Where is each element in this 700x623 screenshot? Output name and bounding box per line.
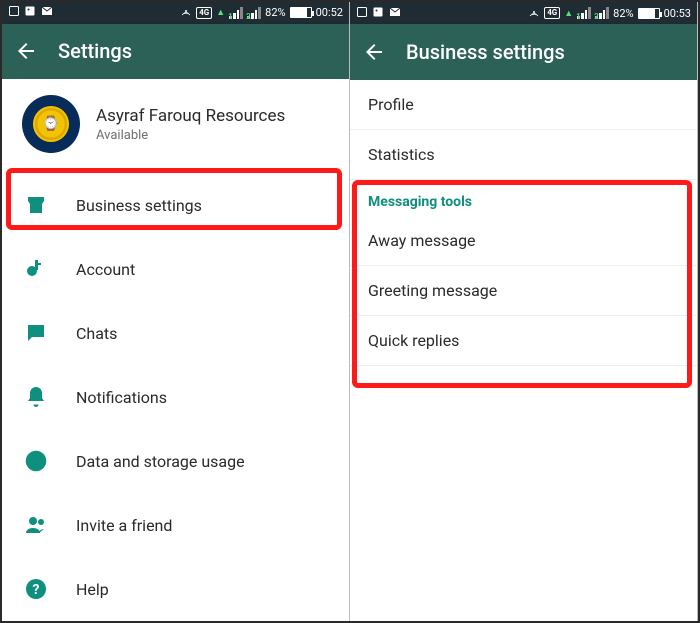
back-button[interactable] [14, 39, 38, 63]
settings-item-help[interactable]: ? Help [2, 557, 349, 621]
settings-item-data[interactable]: Data and storage usage [2, 429, 349, 493]
settings-item-account[interactable]: Account [2, 237, 349, 301]
screenshot-icon [356, 6, 368, 21]
image-icon [24, 5, 36, 20]
business-item-profile[interactable]: Profile [350, 80, 697, 130]
clock: 00:52 [316, 6, 343, 19]
status-bar: 4G ▲ 1 2 82% 00:53 [350, 2, 697, 24]
app-bar: Settings [2, 24, 349, 79]
business-item-away[interactable]: Away message [350, 216, 697, 266]
profile-header[interactable]: ⌚ Asyraf Farouq Resources Available [2, 79, 349, 173]
list-item-label: Quick replies [368, 331, 459, 350]
settings-item-label: Chats [76, 324, 117, 343]
settings-list: Business settings Account Chats Notifica… [2, 173, 349, 621]
mail-icon [388, 6, 402, 21]
signal-2-icon: 2 [247, 7, 261, 19]
settings-item-label: Help [76, 580, 109, 599]
signal-1-icon: 1 [577, 7, 591, 19]
settings-item-label: Invite a friend [76, 516, 172, 535]
business-item-statistics[interactable]: Statistics [350, 130, 697, 180]
store-icon [24, 193, 48, 217]
battery-icon [290, 7, 312, 18]
business-item-greeting[interactable]: Greeting message [350, 266, 697, 316]
battery-icon [638, 8, 660, 19]
page-title: Settings [58, 39, 132, 63]
settings-item-chats[interactable]: Chats [2, 301, 349, 365]
battery-pct: 82% [613, 7, 633, 20]
battery-pct: 82% [265, 6, 285, 19]
page-title: Business settings [406, 40, 565, 64]
signal-2-icon: 2 [595, 7, 609, 19]
screen-business-settings: 4G ▲ 1 2 82% 00:53 Business settings Pro… [350, 2, 698, 621]
bell-icon [24, 385, 48, 409]
key-icon [24, 257, 48, 281]
screenshot-icon [8, 5, 20, 20]
screen-settings: 4G ▲ 1 2 82% 00:52 Settings ⌚ Asyraf Far… [2, 2, 350, 621]
list-item-label: Statistics [368, 145, 435, 164]
back-button[interactable] [362, 40, 386, 64]
business-item-quick-replies[interactable]: Quick replies [350, 316, 697, 366]
app-bar: Business settings [350, 24, 697, 80]
mail-icon [40, 5, 54, 20]
data-icon [24, 449, 48, 473]
settings-item-label: Account [76, 260, 135, 279]
chat-icon [24, 321, 48, 345]
hotspot-icon [180, 5, 192, 20]
network-4g-label: 4G [544, 7, 560, 19]
list-item-label: Profile [368, 95, 414, 114]
settings-item-label: Business settings [76, 196, 202, 215]
business-list: Profile Statistics Messaging tools Away … [350, 80, 697, 621]
network-4g-label: 4G [196, 7, 212, 19]
settings-item-business[interactable]: Business settings [2, 173, 349, 237]
list-item-label: Greeting message [368, 281, 497, 300]
signal-1-icon: 1 [229, 7, 243, 19]
svg-text:?: ? [33, 582, 40, 598]
image-icon [372, 6, 384, 21]
settings-item-invite[interactable]: Invite a friend [2, 493, 349, 557]
settings-item-label: Data and storage usage [76, 452, 245, 471]
people-icon [24, 513, 48, 537]
status-bar: 4G ▲ 1 2 82% 00:52 [2, 2, 349, 24]
clock: 00:53 [664, 7, 691, 20]
profile-name: Asyraf Farouq Resources [96, 106, 285, 126]
settings-item-label: Notifications [76, 388, 167, 407]
profile-status: Available [96, 128, 285, 143]
section-header-messaging: Messaging tools [350, 180, 697, 216]
list-item-label: Away message [368, 231, 476, 250]
hotspot-icon [528, 6, 540, 21]
help-icon: ? [24, 577, 48, 601]
avatar: ⌚ [22, 95, 80, 153]
settings-item-notifications[interactable]: Notifications [2, 365, 349, 429]
